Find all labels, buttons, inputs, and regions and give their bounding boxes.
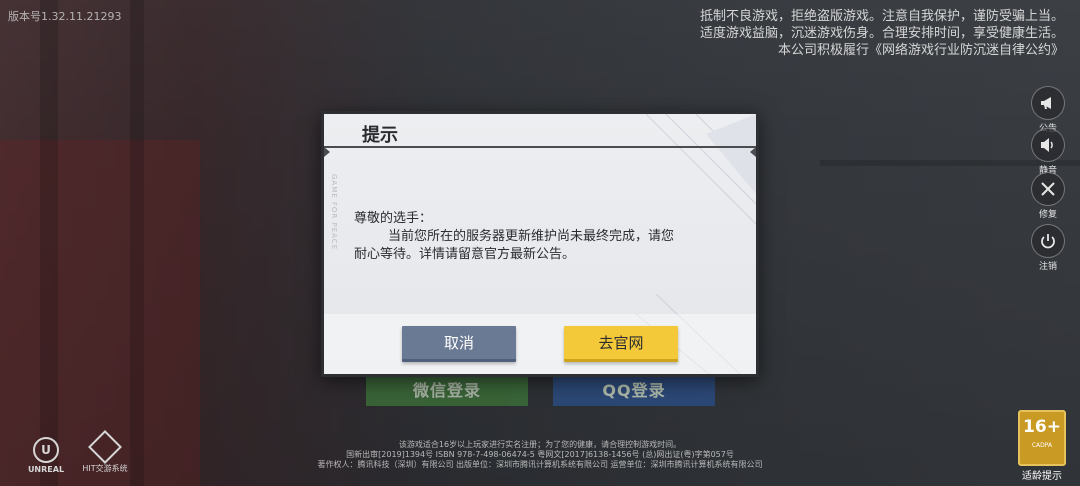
wechat-login-button[interactable]: 微信登录 xyxy=(366,372,528,406)
power-icon xyxy=(1041,234,1055,249)
dialog-header: 提示 xyxy=(324,114,756,148)
age-rating-sub: CADPA xyxy=(1031,442,1053,449)
wrench-icon xyxy=(1041,182,1055,196)
message-greeting: 尊敬的选手： xyxy=(354,211,433,226)
repair-label: 修复 xyxy=(1038,210,1057,220)
dialog-panel: 提示 GAME FOR PEACE 尊敬的选手： 当前您所在的服务器更新维护尚未… xyxy=(324,114,756,374)
logout-button[interactable]: 注销 xyxy=(1030,224,1066,272)
header-tick-right xyxy=(750,147,756,157)
unreal-logo-text: UNREAL xyxy=(27,465,65,474)
version-label: 版本号1.32.11.21293 xyxy=(8,10,122,23)
age-rating-label[interactable]: 适龄提示 xyxy=(1018,467,1066,482)
tsc-icon xyxy=(88,430,122,464)
header-tick-left xyxy=(324,147,330,157)
megaphone-icon xyxy=(1041,97,1051,109)
speaker-icon xyxy=(1041,138,1053,152)
tsc-logo-text: HIT交游系统 xyxy=(82,464,128,473)
dialog-button-row: 取消 去官网 xyxy=(324,314,756,374)
mute-button[interactable]: 静音 xyxy=(1030,128,1066,176)
qq-login-button[interactable]: QQ登录 xyxy=(553,372,715,406)
dialog-message: 尊敬的选手： 当前您所在的服务器更新维护尚未最终完成，请您 耐心等待。详情请留意… xyxy=(354,210,728,264)
cancel-button[interactable]: 取消 xyxy=(402,326,516,362)
health-notice-line: 本公司积极履行《网络游戏行业防沉迷自律公约》 xyxy=(777,43,1064,58)
health-notice-line: 抵制不良游戏，拒绝盗版游戏。注意自我保护，谨防受骗上当。 xyxy=(699,9,1064,24)
dialog-deco-text: GAME FOR PEACE xyxy=(330,174,338,251)
age-rating-value: 16+ xyxy=(1023,417,1061,437)
health-notice-line: 适度游戏益脑，沉迷游戏伤身。合理安排时间，享受健康生活。 xyxy=(699,26,1064,41)
footer-line: 著作权人：腾讯科技（深圳）有限公司 出版单位：深圳市腾讯计算机系统有限公司 运营… xyxy=(317,460,763,469)
dialog-title: 提示 xyxy=(362,125,398,146)
message-line: 当前您所在的服务器更新维护尚未最终完成，请您 xyxy=(388,229,675,244)
unreal-logo: U UNREAL xyxy=(22,437,70,474)
health-notice: 抵制不良游戏，拒绝盗版游戏。注意自我保护，谨防受骗上当。 适度游戏益脑，沉迷游戏… xyxy=(604,8,1064,59)
age-rating-badge[interactable]: 16+ CADPA xyxy=(1018,410,1066,466)
unreal-icon: U xyxy=(33,437,59,463)
footer-legal: 该游戏适合16岁以上玩家进行实名注册；为了您的健康，请合理控制游戏时间。 国新出… xyxy=(250,440,830,470)
repair-button[interactable]: 修复 xyxy=(1030,172,1066,220)
message-line: 耐心等待。详情请留意官方最新公告。 xyxy=(354,247,576,262)
notice-dialog: 提示 GAME FOR PEACE 尊敬的选手： 当前您所在的服务器更新维护尚未… xyxy=(321,111,759,377)
official-site-button[interactable]: 去官网 xyxy=(564,326,678,362)
logout-label: 注销 xyxy=(1038,262,1057,272)
footer-line: 该游戏适合16岁以上玩家进行实名注册；为了您的健康，请合理控制游戏时间。 xyxy=(398,440,682,449)
footer-line: 国新出审[2019]1394号 ISBN 978-7-498-06474-5 粤… xyxy=(346,450,734,459)
tsc-logo: HIT交游系统 xyxy=(80,430,130,474)
announcement-button[interactable]: 公告 xyxy=(1030,86,1066,134)
